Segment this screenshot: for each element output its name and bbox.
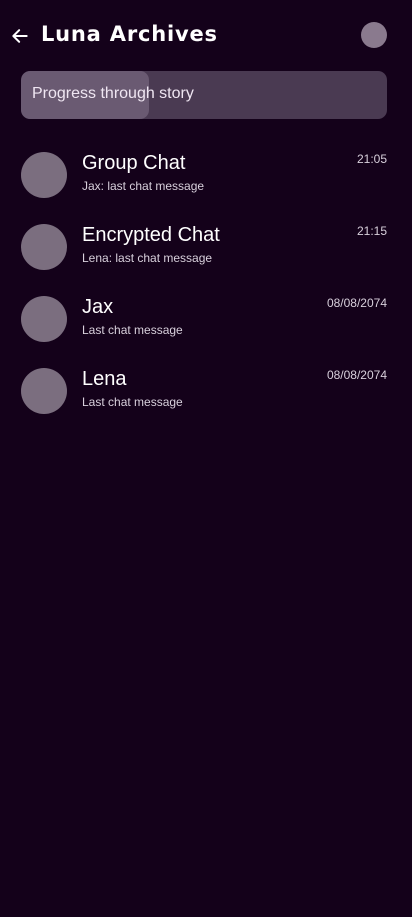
chat-preview: Jax: last chat message bbox=[82, 179, 205, 193]
arrow-left-icon bbox=[12, 29, 28, 43]
chat-avatar bbox=[21, 296, 67, 342]
profile-avatar[interactable] bbox=[361, 22, 387, 48]
story-progress-label: Progress through story bbox=[32, 85, 194, 102]
chat-preview: Lena: last chat message bbox=[82, 251, 213, 265]
story-progress-bar[interactable]: Progress through story bbox=[21, 71, 387, 119]
chat-item-group-chat[interactable]: Group Chat Jax: last chat message 21:05 bbox=[0, 140, 412, 212]
chat-name: Jax bbox=[82, 296, 114, 318]
chat-preview: Last chat message bbox=[82, 323, 183, 337]
chat-name: Lena bbox=[82, 368, 127, 390]
chat-preview: Last chat message bbox=[82, 395, 183, 409]
chat-item-encrypted-chat[interactable]: Encrypted Chat Lena: last chat message 2… bbox=[0, 212, 412, 284]
chat-name: Group Chat bbox=[82, 152, 186, 174]
top-app-bar: Luna Archives bbox=[0, 0, 412, 70]
chat-item-jax[interactable]: Jax Last chat message 08/08/2074 bbox=[0, 284, 412, 356]
chat-time: 21:15 bbox=[356, 224, 387, 238]
page-title: Luna Archives bbox=[41, 22, 218, 46]
app-screen: Luna Archives Progress through story Gro… bbox=[0, 0, 412, 917]
chat-avatar bbox=[21, 152, 67, 198]
back-button[interactable] bbox=[8, 24, 32, 48]
chat-name: Encrypted Chat bbox=[82, 224, 220, 246]
chat-list: Group Chat Jax: last chat message 21:05 … bbox=[0, 140, 412, 428]
chat-avatar bbox=[21, 368, 67, 414]
chat-time: 08/08/2074 bbox=[326, 296, 387, 310]
chat-time: 21:05 bbox=[356, 152, 387, 166]
chat-item-lena[interactable]: Lena Last chat message 08/08/2074 bbox=[0, 356, 412, 428]
chat-avatar bbox=[21, 224, 67, 270]
chat-time: 08/08/2074 bbox=[326, 368, 387, 382]
